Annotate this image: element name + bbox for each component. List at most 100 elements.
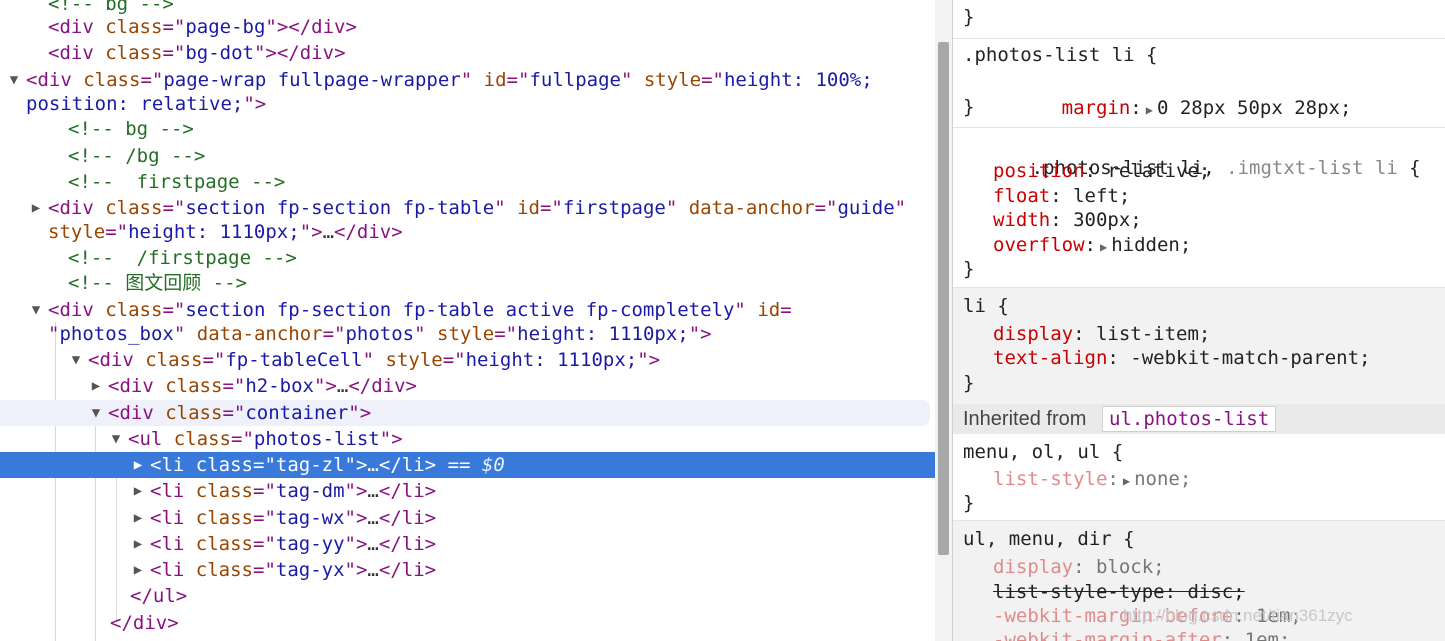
rule-close-brace: } [963,96,975,118]
property-value[interactable]: hidden; [1111,234,1191,256]
collapse-arrow-icon[interactable]: ▼ [28,297,44,323]
property-name[interactable]: position [993,160,1085,182]
token-pun: "> [344,480,368,502]
expand-arrow-icon[interactable]: ▶ [130,531,146,557]
style-declaration[interactable]: position: relative; [993,159,1210,184]
expand-arrow-icon[interactable]: ▶ [28,195,44,221]
property-name[interactable]: margin [1062,97,1131,119]
expand-triangle-icon[interactable]: ▶ [1100,240,1107,254]
expand-triangle-icon[interactable]: ▶ [1146,103,1153,117]
property-value[interactable]: relative; [1107,160,1210,182]
dom-node-line[interactable]: ▶ <li class="tag-dm">…</li> [0,478,935,504]
token-cmt: <!-- /bg --> [68,145,206,167]
dom-node-line[interactable]: <div class="bg-dot"></div> [0,40,935,66]
expand-triangle-icon[interactable]: ▶ [1123,474,1130,488]
dom-node-line[interactable]: style="height: 1110px;">…</div> [0,219,935,245]
property-name[interactable]: overflow [993,234,1085,256]
token-val: h2-box [245,375,314,397]
property-name[interactable]: width [993,209,1050,231]
styles-panel[interactable]: } .photos-list li { margin: ▶ 0 28px 50px … [953,0,1445,641]
expand-arrow-icon[interactable]: ▶ [130,505,146,531]
token-pun: </ [378,559,402,581]
dom-node-line[interactable]: ▶ <li class="tag-yy">…</li> [0,531,935,557]
open-brace: { [1409,157,1421,179]
dom-node-line[interactable]: <div class="page-bg"></div> [0,14,935,40]
dom-node-line[interactable]: <!-- /firstpage --> [0,245,935,271]
token-pun: "> [243,93,267,115]
collapse-arrow-icon[interactable]: ▼ [108,426,124,452]
token-tag: div [59,299,94,321]
rule-selector[interactable]: menu, ol, ul { [963,440,1123,465]
property-value[interactable]: 300px; [1073,209,1142,231]
collapse-arrow-icon[interactable]: ▼ [68,347,84,373]
rule-separator [953,38,1445,39]
dom-node-line[interactable]: ▼ <div class="container"> [0,400,930,426]
token-pun: > [345,16,357,38]
dom-node-line[interactable]: ▶ <div class="h2-box">…</div> [0,373,935,399]
elements-scrollbar-thumb[interactable] [938,42,949,555]
token-attr: class [105,197,163,219]
selector-unmatched[interactable]: .imgtxt-list li [1226,157,1398,179]
token-val: photos_box [59,323,174,345]
token-attr: class [195,533,253,555]
property-name[interactable]: list-style [993,468,1107,490]
dom-node-line[interactable]: ▼ <div class="section fp-section fp-table… [0,297,935,323]
token-tag: div [59,16,94,38]
token-pun: "> [344,533,368,555]
token-sp [184,533,195,555]
expand-arrow-icon[interactable]: ▶ [130,478,146,504]
token-pun: "> [637,349,661,371]
rule-selector[interactable]: ul, menu, dir { [963,527,1135,552]
style-declaration[interactable]: list-style: ▶ none; [993,467,1191,492]
token-attr: id [517,197,540,219]
dom-node-line[interactable]: "photos_box" data-anchor="photos" style=… [0,321,935,347]
style-declaration[interactable]: width: 300px; [993,208,1142,233]
dom-node-line[interactable]: </ul> [0,583,935,609]
dom-node-line[interactable]: ▼ <div class="fp-tableCell" style="height… [0,347,935,373]
token-sp [374,349,385,371]
dom-node-line[interactable]: ▼ <ul class="photos-list"> [0,426,935,452]
rule-selector[interactable]: li { [963,294,1009,319]
expand-arrow-icon[interactable]: ▶ [130,452,146,478]
collapse-arrow-icon[interactable]: ▼ [6,67,22,93]
token-pun: =" [814,197,838,219]
token-attr: class [105,16,163,38]
token-dots: … [322,221,335,243]
dom-node-selected[interactable]: ▶ <li class="tag-zl">…</li> == $0 [0,452,935,478]
property-name[interactable]: float [993,185,1050,207]
style-declaration: text-align: -webkit-match-parent; [993,347,1371,369]
style-declaration[interactable]: margin: ▶ 0 28px 50px 28px; [993,71,1352,119]
token-dots: … [367,559,379,581]
dom-node-line[interactable]: <!-- 图文回顾 --> [0,270,935,296]
dom-node-line[interactable]: position: relative;"> [0,91,935,117]
token-attr: class [165,375,223,397]
token-tag: li [401,507,425,529]
dom-node-line[interactable]: <!-- /bg --> [0,143,935,169]
rule-selector[interactable]: .photos-list li, .imgtxt-list li { [963,131,1421,179]
rule-selector[interactable]: .photos-list li { [963,43,1157,68]
dom-node-line[interactable]: ▶ <li class="tag-wx">…</li> [0,505,935,531]
style-declaration[interactable]: float: left; [993,184,1130,209]
dom-node-line[interactable]: ▼ <div class="page-wrap fullpage-wrapper"… [0,67,935,93]
token-attr: data-anchor [196,323,323,345]
style-declaration[interactable]: overflow: ▶ hidden; [993,233,1191,258]
property-value[interactable]: left; [1073,185,1130,207]
collapse-arrow-icon[interactable]: ▼ [88,400,104,426]
dom-node-line[interactable]: ▶ <div class="section fp-section fp-table… [0,195,935,221]
rule-close-brace: } [963,258,975,280]
elements-panel[interactable]: <!-- bg --> <div class="page-bg"></div> <d… [0,0,935,641]
dom-node-line[interactable]: ▶ <li class="tag-yx">…</li> [0,557,935,583]
property-value[interactable]: none; [1134,468,1191,490]
token-val: position: relative; [26,93,244,115]
dom-node-line[interactable]: <!-- bg --> [0,116,935,142]
property-value[interactable]: 0 28px 50px 28px; [1157,97,1351,119]
property-value: block; [1095,556,1165,578]
inherited-source-link[interactable]: ul.photos-list [1102,406,1277,432]
token-pun: </ [130,585,153,607]
expand-arrow-icon[interactable]: ▶ [88,373,104,399]
expand-arrow-icon[interactable]: ▶ [130,557,146,583]
dom-node-line[interactable]: <!-- firstpage --> [0,169,935,195]
token-val: guide [837,197,895,219]
dom-node-line[interactable]: </div> [0,610,935,636]
token-pun: " [734,299,746,321]
